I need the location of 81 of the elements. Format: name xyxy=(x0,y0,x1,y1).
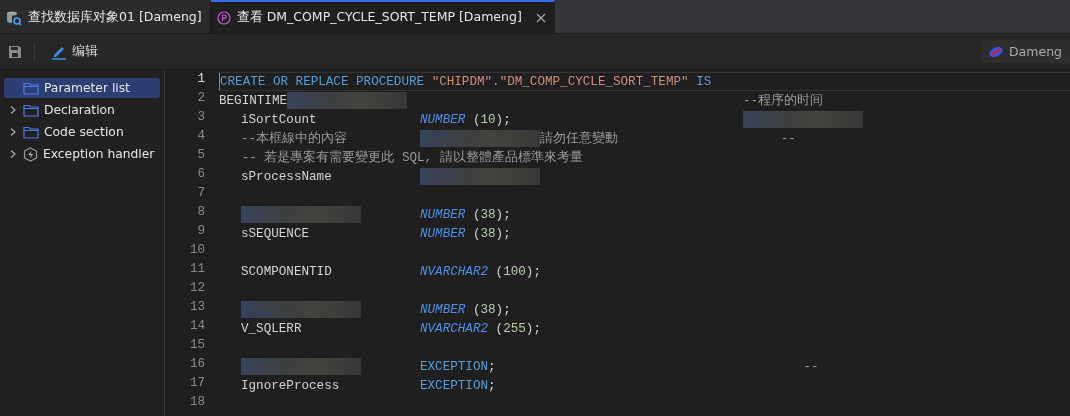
edit-button[interactable]: 编辑 xyxy=(47,41,102,62)
code-token: 10 xyxy=(480,112,496,127)
code-token: 38 xyxy=(480,302,496,317)
line-number: 12 xyxy=(189,281,205,297)
line-number: 3 xyxy=(197,110,205,126)
code-token: ( xyxy=(471,226,481,241)
code-comment: -- xyxy=(802,359,819,374)
procedure-icon xyxy=(216,10,231,25)
code-token: 38 xyxy=(480,226,496,241)
code-token: BEGINTIME xyxy=(219,93,288,108)
code-token: 38 xyxy=(480,207,496,222)
line-number: 11 xyxy=(189,262,205,278)
code-token: ( xyxy=(471,112,481,127)
code-token: ); xyxy=(495,207,511,222)
code-token: iSortCount xyxy=(241,112,317,127)
code-token: ); xyxy=(495,302,511,317)
line-number: 2 xyxy=(197,91,205,107)
connection-button[interactable]: Dameng xyxy=(981,40,1070,63)
line-number: 15 xyxy=(189,338,205,354)
tree-item[interactable]: Parameter list xyxy=(4,78,160,98)
code-token: NUMBER xyxy=(420,207,466,222)
line-number: 8 xyxy=(197,205,205,221)
code-token: ( xyxy=(494,321,504,336)
code-token: "CHIPDM"."DM_COMP_CYCLE_SORT_TEMP" xyxy=(431,74,689,89)
code-token: IS xyxy=(695,74,712,89)
editor-tab[interactable]: 查看 DM_COMP_CYCLE_SORT_TEMP [Dameng] xyxy=(210,0,555,33)
code-token: NUMBER xyxy=(420,302,466,317)
code-token: EXCEPTION xyxy=(420,378,489,393)
folder-icon xyxy=(23,103,39,117)
tree-item[interactable]: Exception handler xyxy=(4,144,160,164)
chevron-icon[interactable] xyxy=(8,105,18,115)
code-comment: --程序的时间 xyxy=(743,92,824,109)
chevron-icon[interactable] xyxy=(8,127,18,137)
line-number: 7 xyxy=(197,186,205,202)
line-number: 13 xyxy=(189,300,205,316)
code-token: 100 xyxy=(503,264,526,279)
line-number: 6 xyxy=(197,167,205,183)
code-token: IgnoreProcess xyxy=(241,378,340,393)
code-token: V_SQLERR xyxy=(241,321,302,336)
code-token: sSEQUENCE xyxy=(241,226,310,241)
code-token: ( xyxy=(494,264,504,279)
save-icon[interactable] xyxy=(8,44,22,59)
code-token: 255 xyxy=(503,321,526,336)
code-token: ); xyxy=(495,226,511,241)
line-number: 1 xyxy=(197,72,205,88)
code-comment: 請勿任意變動 xyxy=(540,130,618,147)
connection-logo-icon xyxy=(989,45,1003,58)
code-token: sProcessName xyxy=(241,169,332,184)
line-number: 9 xyxy=(197,224,205,240)
editor-tab[interactable]: 查找数据库对象01 [Dameng] xyxy=(0,0,211,33)
tree-item[interactable]: Code section xyxy=(4,122,160,142)
code-token: NUMBER xyxy=(420,226,466,241)
code-token: ; xyxy=(488,359,496,374)
code-comment: -- 若是專案有需要變更此 SQL, 請以整體產品標準來考量 xyxy=(240,149,583,166)
code-token: ; xyxy=(488,378,496,393)
database-search-icon xyxy=(6,9,22,26)
line-number: 10 xyxy=(189,243,205,259)
code-token: NVARCHAR2 xyxy=(420,264,489,279)
code-token: NUMBER xyxy=(420,112,466,127)
code-token: ( xyxy=(471,207,481,222)
code-token: ); xyxy=(525,321,541,336)
code-comment: --本框線中的內容 xyxy=(241,130,348,147)
code-token: CREATE OR REPLACE PROCEDURE xyxy=(220,74,426,89)
line-number: 14 xyxy=(189,319,205,335)
folder-icon xyxy=(23,125,39,139)
folder-icon xyxy=(23,81,39,95)
line-number: 5 xyxy=(197,148,205,164)
lightning-shield-icon xyxy=(23,146,38,162)
line-number: 4 xyxy=(197,129,205,145)
code-token: NVARCHAR2 xyxy=(420,321,489,336)
line-number: 17 xyxy=(189,376,205,392)
line-number: 18 xyxy=(189,395,205,411)
tree-item[interactable]: Declaration xyxy=(4,100,160,120)
code-token: ); xyxy=(495,112,511,127)
line-number: 16 xyxy=(189,357,205,373)
code-token: EXCEPTION xyxy=(420,359,489,374)
code-token: ); xyxy=(525,264,541,279)
code-comment: -- xyxy=(779,131,796,146)
code-token: ( xyxy=(471,302,481,317)
chevron-icon[interactable] xyxy=(8,149,18,159)
code-token: SCOMPONENTID xyxy=(241,264,332,279)
